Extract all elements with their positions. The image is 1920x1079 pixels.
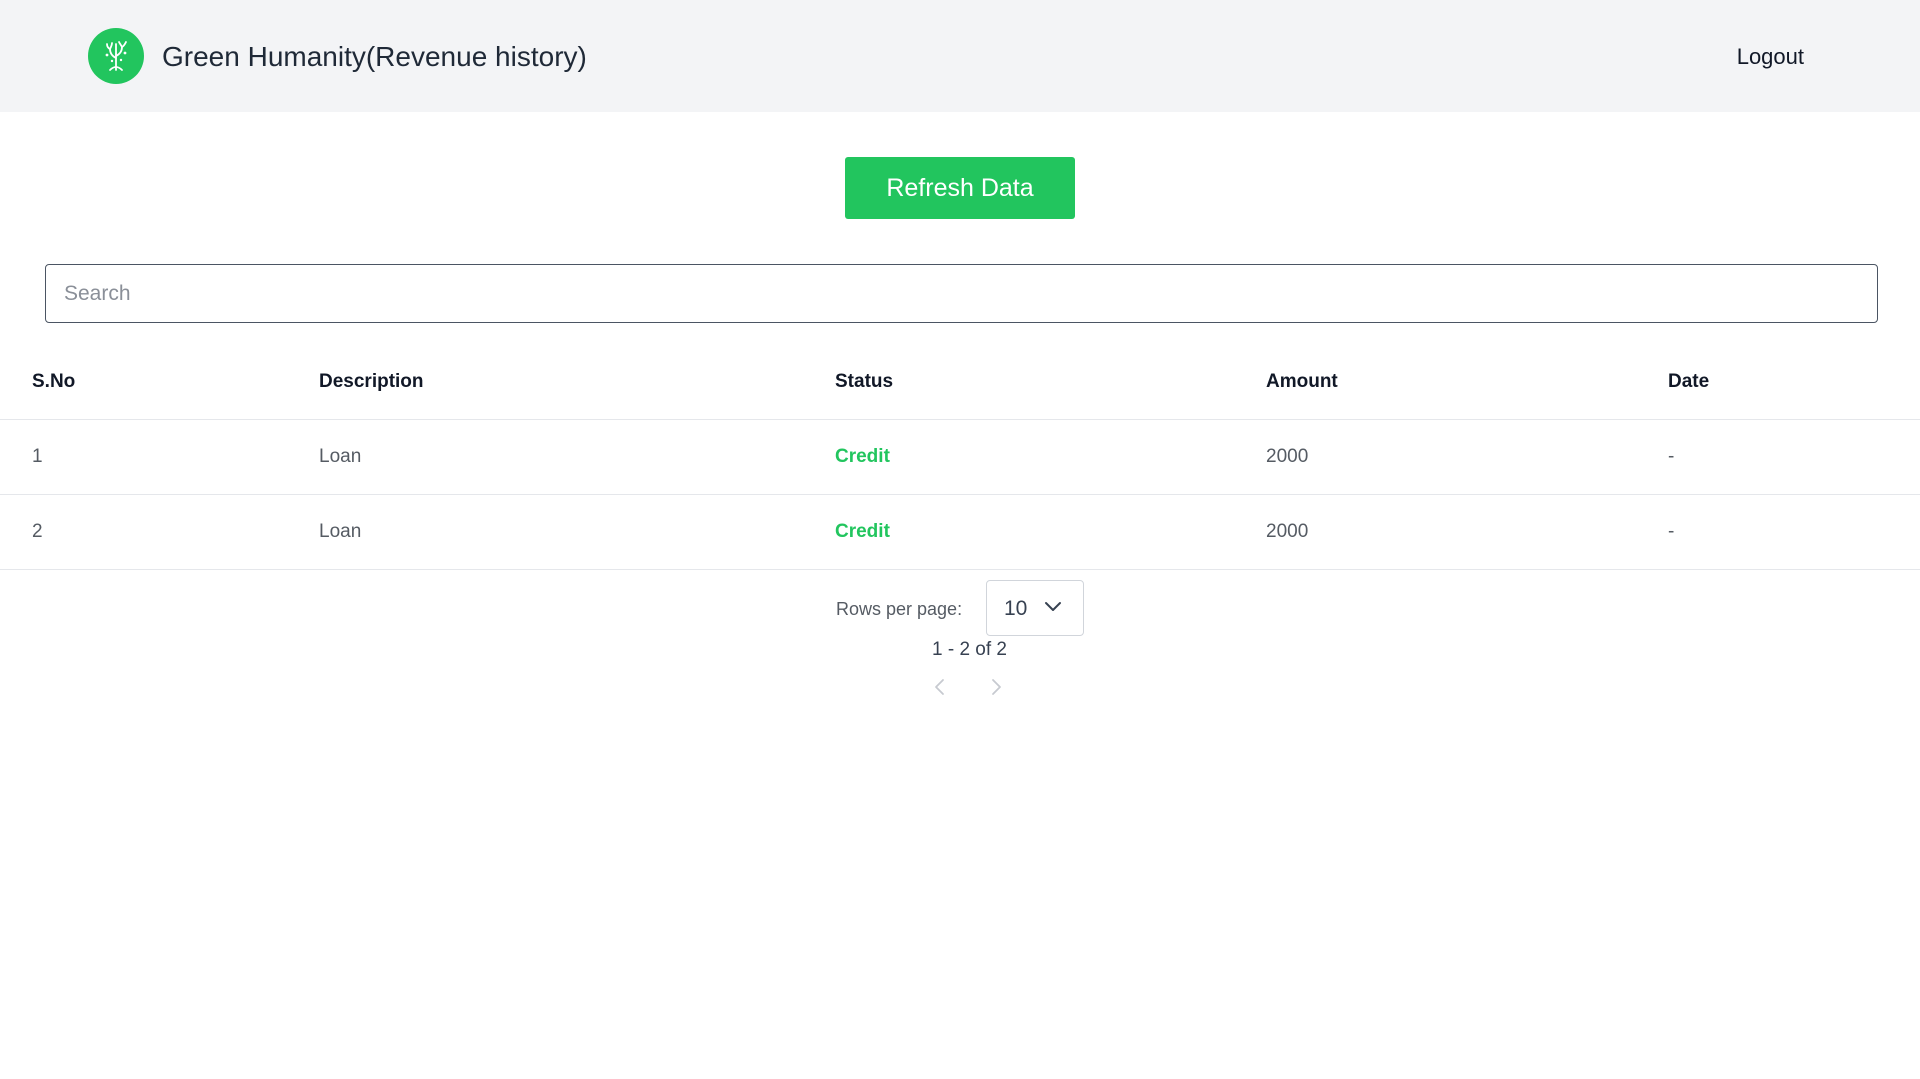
- chevron-right-icon: [989, 678, 1003, 701]
- rows-per-page-select[interactable]: 10: [986, 580, 1084, 636]
- cell-date: -: [1668, 521, 1675, 542]
- table-row[interactable]: 1 Loan Credit 2000 -: [0, 420, 1920, 495]
- column-header-amount[interactable]: Amount: [1266, 345, 1338, 419]
- table-header-row: S.No Description Status Amount Date: [0, 345, 1920, 420]
- chevron-down-icon: [1043, 597, 1063, 617]
- logout-link[interactable]: Logout: [1737, 43, 1804, 71]
- rows-per-page-value: 10: [1004, 597, 1028, 620]
- chevron-left-icon: [933, 678, 947, 701]
- app-header: Green Humanity(Revenue history) Logout: [0, 0, 1920, 112]
- next-page-button[interactable]: [983, 676, 1009, 702]
- page-title: Green Humanity(Revenue history): [162, 41, 587, 72]
- column-header-description[interactable]: Description: [319, 345, 424, 419]
- column-header-sno[interactable]: S.No: [32, 345, 75, 419]
- previous-page-button[interactable]: [927, 676, 953, 702]
- column-header-date[interactable]: Date: [1668, 345, 1709, 419]
- cell-status: Credit: [835, 446, 890, 467]
- cell-date: -: [1668, 446, 1675, 467]
- column-header-status[interactable]: Status: [835, 345, 893, 419]
- cell-amount: 2000: [1266, 446, 1309, 467]
- page-range-text: 1 - 2 of 2: [932, 639, 1007, 660]
- refresh-data-button[interactable]: Refresh Data: [845, 157, 1075, 219]
- table-row[interactable]: 2 Loan Credit 2000 -: [0, 495, 1920, 570]
- tree-icon: [88, 28, 144, 84]
- revenue-table: S.No Description Status Amount Date 1 Lo…: [0, 345, 1920, 570]
- cell-sno: 1: [32, 446, 43, 467]
- cell-sno: 2: [32, 521, 43, 542]
- search-input[interactable]: [45, 264, 1878, 323]
- cell-description: Loan: [319, 521, 362, 542]
- cell-status: Credit: [835, 521, 890, 542]
- cell-amount: 2000: [1266, 521, 1309, 542]
- rows-per-page-label: Rows per page:: [836, 599, 963, 619]
- cell-description: Loan: [319, 446, 362, 467]
